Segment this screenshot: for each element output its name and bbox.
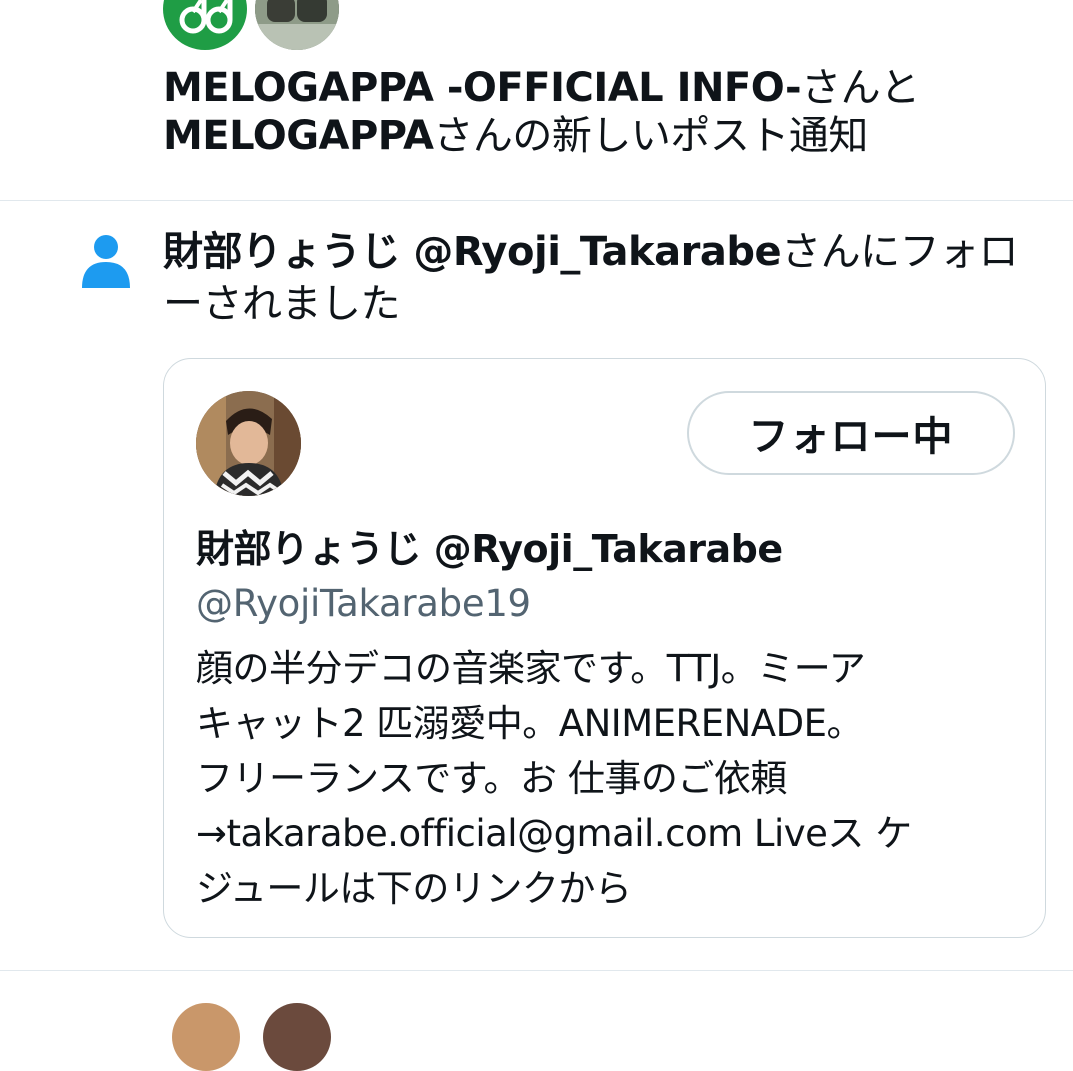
account-name-official[interactable]: MELOGAPPA -OFFICIAL INFO- [163,65,802,111]
avatar[interactable] [172,1003,240,1071]
follow-notification-text[interactable]: 財部りょうじ @Ryoji_Takarabeさんにフォロ ーされました [163,226,1033,330]
follower-name[interactable]: 財部りょうじ @Ryoji_Takarabe [163,229,782,275]
profile-display-name[interactable]: 財部りょうじ @Ryoji_Takarabe [196,523,1016,575]
bio-line: 顔の半分デコの音楽家です。TTJ。ミーア [196,647,866,690]
bio-line: フリーランスです。お 仕事のご依頼 [196,757,787,800]
notification-text-part: ーされました [163,281,401,327]
notification-text-part: さんの新しいポスト通知 [433,113,868,159]
profile-avatar[interactable] [196,391,301,496]
notification-text-part: さんにフォロ [781,229,1019,275]
person-icon [80,234,132,290]
divider [0,970,1073,971]
avatar[interactable] [263,1003,331,1071]
following-button[interactable]: フォロー中 [687,391,1015,475]
account-name-melogappa[interactable]: MELOGAPPA [163,113,434,159]
melogappa-avatar[interactable] [255,0,339,50]
profile-bio: 顔の半分デコの音楽家です。TTJ。ミーア キャット2 匹溺愛中。ANIMEREN… [196,641,1016,916]
divider [0,200,1073,201]
bio-line: キャット2 匹溺愛中。ANIMERENADE。 [196,702,863,745]
melogappa-official-avatar[interactable] [163,0,247,50]
bio-line: ジュールは下のリンクから [196,867,632,910]
post-notification-text[interactable]: MELOGAPPA -OFFICIAL INFO-さんと MELOGAPPAさん… [163,64,1023,160]
profile-handle[interactable]: @RyojiTakarabe19 [196,580,1016,628]
bio-line: →takarabe.official@gmail.com Liveス ケ [196,812,912,855]
notification-text-part: さんと [801,65,920,111]
bell-icon [78,0,132,22]
